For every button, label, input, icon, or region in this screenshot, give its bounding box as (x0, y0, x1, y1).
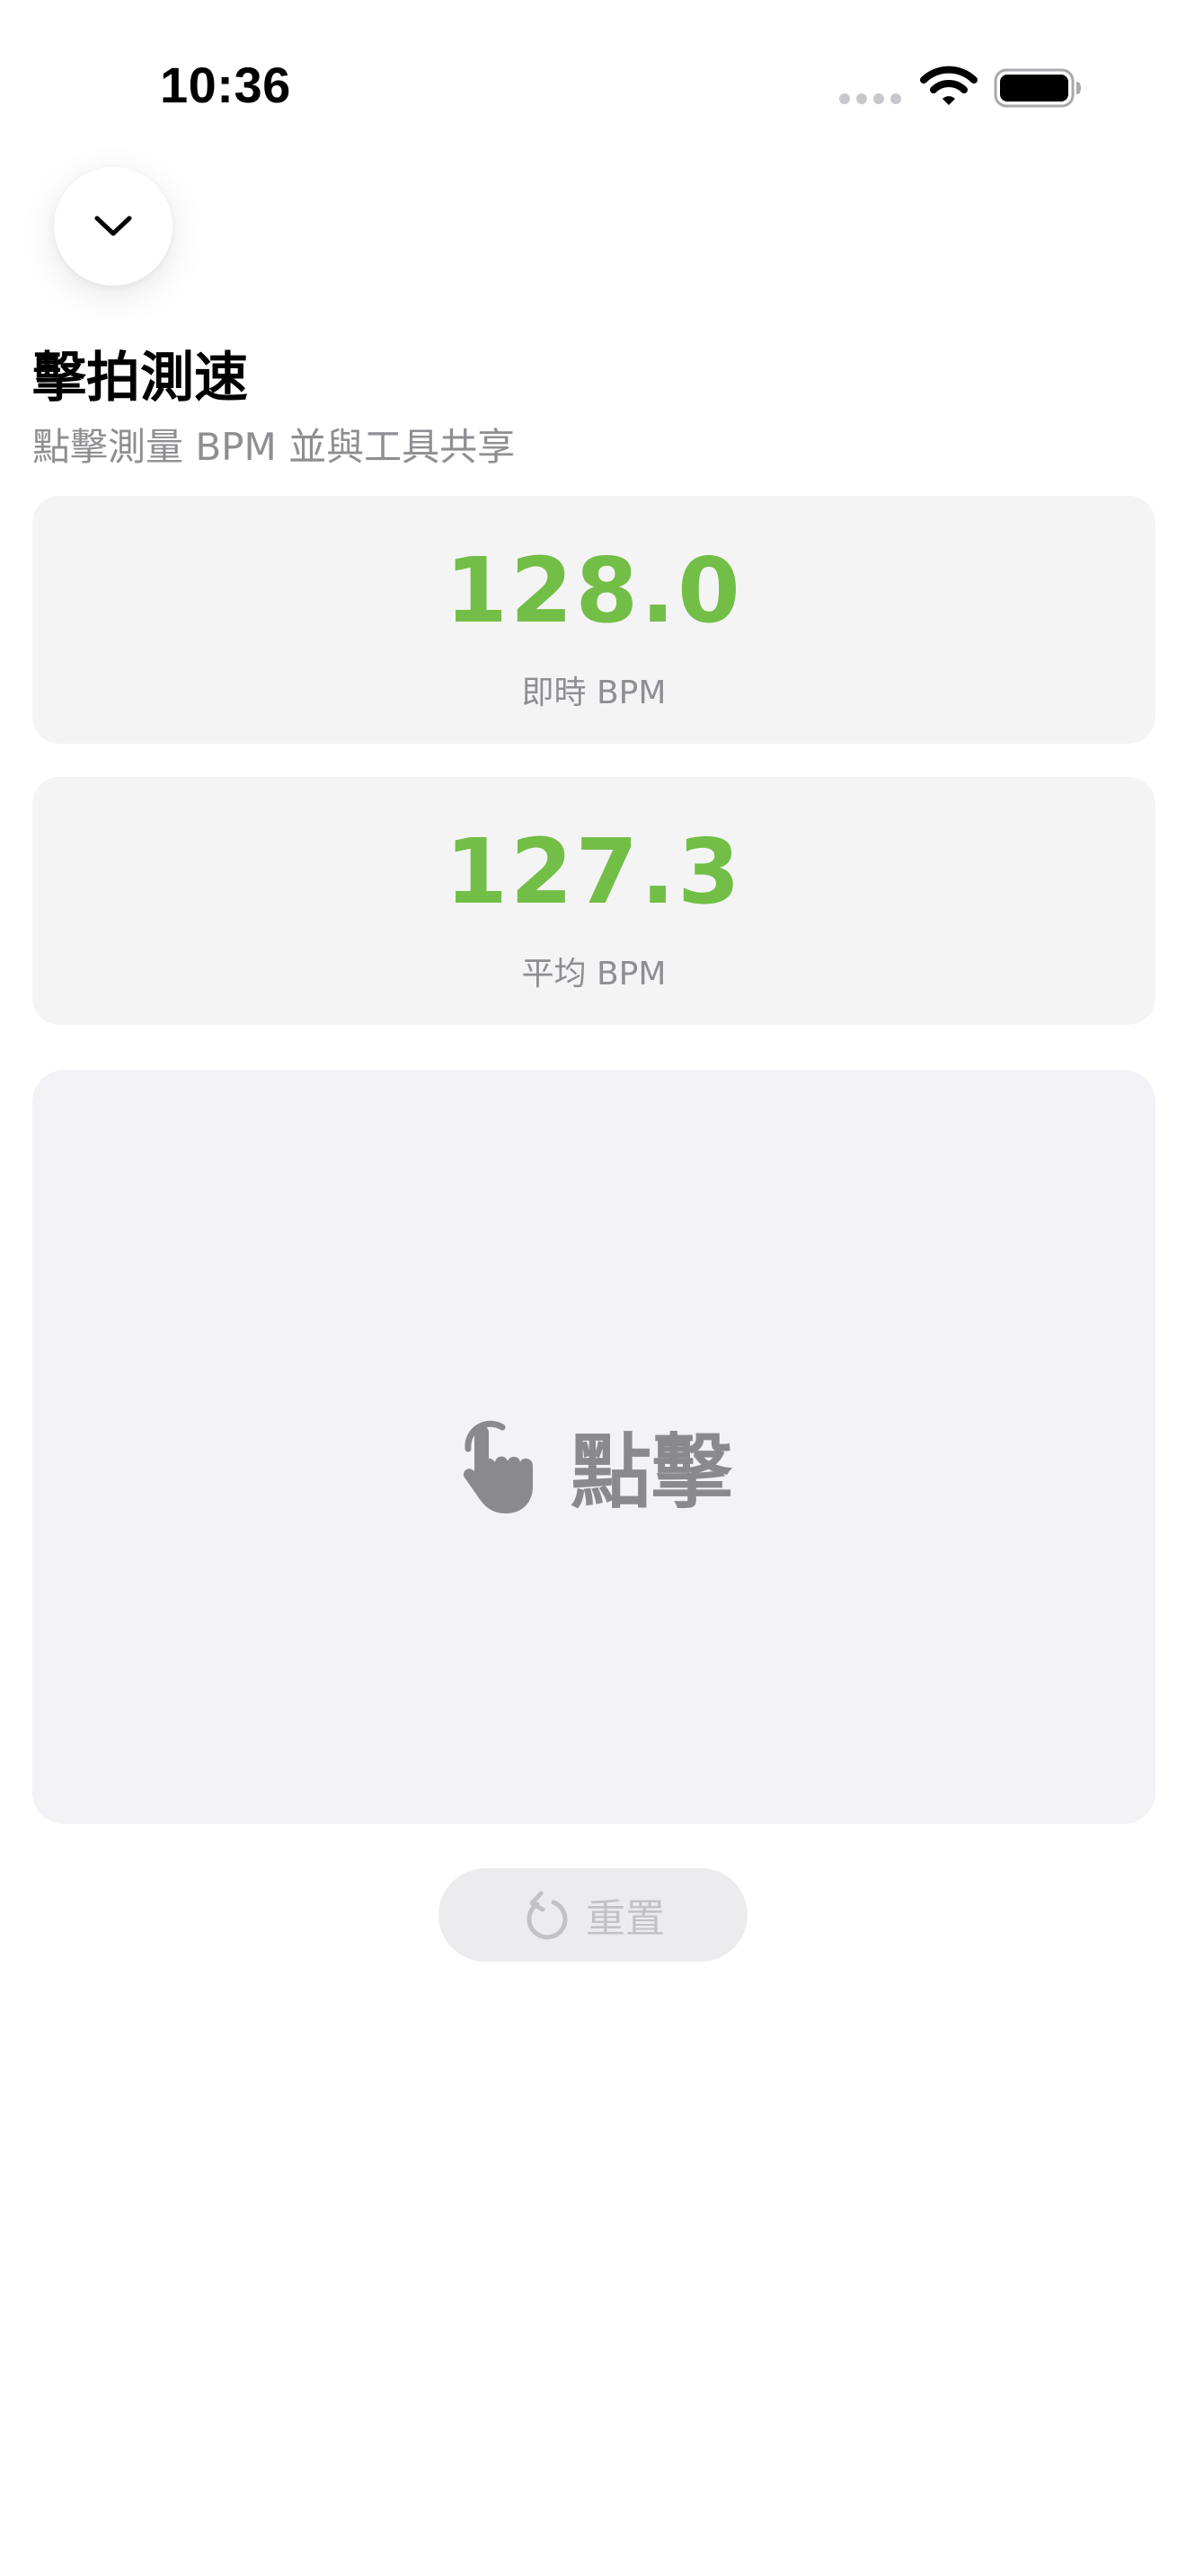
instant-bpm-label: 即時 BPM (521, 675, 667, 711)
chevron-down-icon (94, 216, 132, 236)
instant-bpm-value: 128.0 (445, 538, 743, 643)
wifi-icon (920, 66, 978, 105)
reset-label: 重置 (586, 1896, 665, 1942)
tap-content: 點擊 (456, 1407, 732, 1523)
collapse-button[interactable] (54, 167, 173, 286)
hand-tap-icon (463, 1420, 533, 1513)
counterclockwise-arrow-icon (527, 1891, 568, 1940)
tap-area[interactable]: 點擊 (32, 1070, 1155, 1824)
instant-bpm-card: 128.0 即時 BPM (32, 496, 1155, 744)
page-title: 擊拍測速 (32, 347, 248, 410)
status-time: 10:36 (160, 57, 291, 113)
tap-label: 點擊 (571, 1425, 732, 1520)
cellular-signal-icon (839, 93, 901, 104)
page-subtitle: 點擊測量 BPM 並與工具共享 (32, 425, 516, 469)
average-bpm-card: 127.3 平均 BPM (32, 777, 1155, 1025)
reset-button[interactable]: 重置 (438, 1868, 748, 1962)
average-bpm-label: 平均 BPM (521, 956, 667, 992)
tap-tempo-screen: 10:36 擊拍測速 點擊測量 BPM 並與工具共享 128.0 即時 BPM … (0, 0, 1186, 2576)
average-bpm-value: 127.3 (445, 819, 743, 924)
battery-icon (994, 68, 1081, 108)
status-icons (839, 65, 1082, 110)
